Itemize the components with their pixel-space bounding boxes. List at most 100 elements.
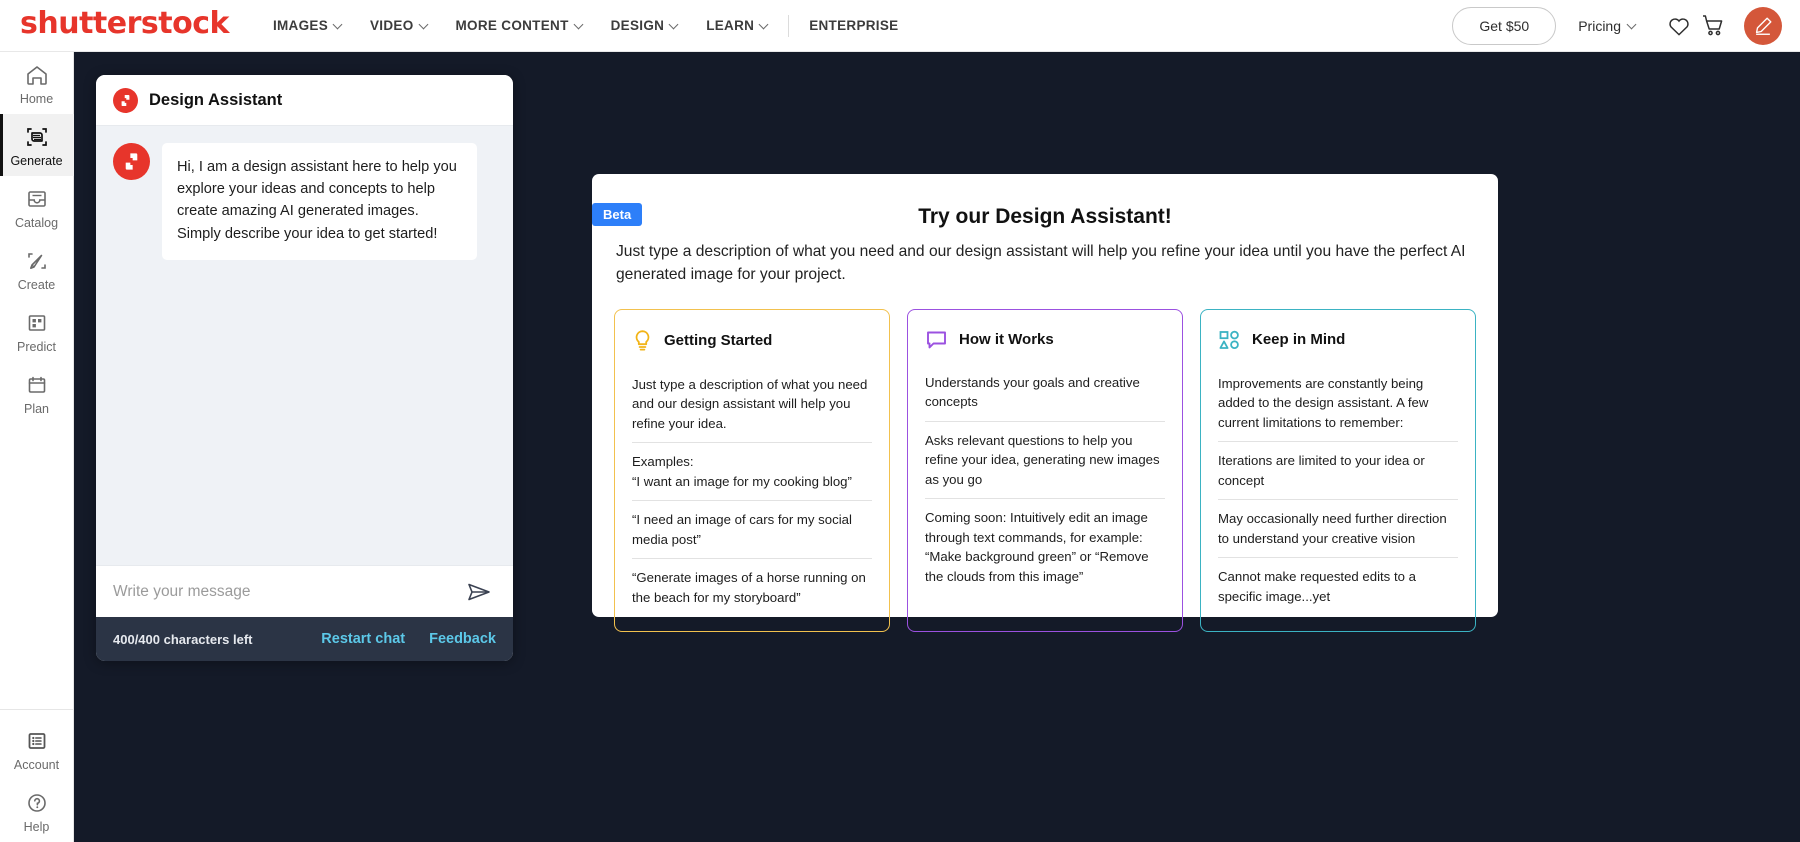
primary-nav: IMAGES VIDEO MORE CONTENT DESIGN LEARN E…: [259, 0, 913, 51]
chat-message: Hi, I am a design assistant here to help…: [113, 143, 496, 260]
info-cards: Getting Started Just type a description …: [614, 309, 1476, 633]
chat-message-list: Hi, I am a design assistant here to help…: [96, 126, 513, 565]
shutterstock-logo[interactable]: shutterstock: [20, 9, 229, 42]
catalog-icon: [24, 187, 50, 211]
home-icon: [24, 63, 50, 87]
chat-footer: 400/400 characters left Restart chat Fee…: [96, 617, 513, 661]
chat-input-row: [96, 565, 513, 617]
chevron-down-icon: [760, 21, 768, 29]
sidebar-item-label: Plan: [24, 402, 49, 416]
chat-message-input[interactable]: [113, 583, 462, 601]
send-message-button[interactable]: [462, 580, 496, 604]
sidebar-item-label: Account: [14, 758, 59, 772]
nav-item-design[interactable]: DESIGN: [597, 0, 693, 51]
chat-title: Design Assistant: [149, 91, 282, 110]
nav-label: VIDEO: [370, 18, 414, 33]
card-section-text: “I need an image of cars for my social m…: [632, 512, 852, 547]
sidebar-item-account[interactable]: Account: [0, 718, 74, 780]
card-title: Getting Started: [664, 332, 772, 349]
nav-item-video[interactable]: VIDEO: [356, 0, 442, 51]
pricing-menu[interactable]: Pricing: [1578, 18, 1636, 34]
card-section: May occasionally need further direction …: [1218, 499, 1458, 557]
card-section: Improvements are constantly being added …: [1218, 365, 1458, 442]
card-section-text: “Generate images of a horse running on t…: [632, 570, 866, 605]
character-counter: 400/400 characters left: [113, 632, 252, 647]
sidebar-item-label: Predict: [17, 340, 56, 354]
chat-header: Design Assistant: [96, 75, 513, 126]
calendar-icon: [24, 373, 50, 397]
chevron-down-icon: [670, 21, 678, 29]
sidebar-item-generate[interactable]: Generate: [0, 114, 74, 176]
sidebar-item-predict[interactable]: Predict: [0, 300, 74, 362]
user-avatar[interactable]: [1744, 7, 1782, 45]
card-section-text: Iterations are limited to your idea or c…: [1218, 453, 1425, 488]
card-section: “I need an image of cars for my social m…: [632, 500, 872, 558]
nav-label: IMAGES: [273, 18, 328, 33]
shutterstock-mark-icon: [113, 143, 150, 180]
get-credit-button[interactable]: Get $50: [1452, 7, 1556, 45]
sidebar-item-create[interactable]: Create: [0, 238, 74, 300]
restart-chat-link[interactable]: Restart chat: [321, 631, 405, 647]
send-paper-plane-icon: [466, 580, 492, 604]
main-canvas: Design Assistant Hi, I am a design assis…: [74, 52, 1800, 842]
card-title: How it Works: [959, 331, 1054, 348]
nav-item-images[interactable]: IMAGES: [259, 0, 356, 51]
card-section: Understands your goals and creative conc…: [925, 364, 1165, 421]
nav-label: MORE CONTENT: [456, 18, 569, 33]
shapes-icon: [1218, 329, 1241, 351]
pen-avatar-icon: [1752, 15, 1774, 37]
nav-item-enterprise[interactable]: ENTERPRISE: [795, 0, 912, 51]
chevron-down-icon: [420, 21, 428, 29]
beta-badge: Beta: [592, 203, 642, 226]
shutterstock-mark-icon: [113, 88, 138, 113]
chevron-down-icon: [334, 21, 342, 29]
top-navigation-bar: shutterstock IMAGES VIDEO MORE CONTENT D…: [0, 0, 1800, 52]
favorites-button[interactable]: [1662, 9, 1696, 43]
info-panel-subtitle: Just type a description of what you need…: [614, 241, 1476, 287]
card-header: Getting Started: [632, 329, 872, 352]
sidebar-item-label: Help: [24, 820, 50, 834]
card-section: Coming soon: Intuitively edit an image t…: [925, 498, 1165, 595]
card-section-text: Improvements are constantly being added …: [1218, 376, 1428, 430]
chevron-down-icon: [575, 21, 583, 29]
help-question-icon: [24, 791, 50, 815]
nav-right-group: Get $50 Pricing: [1452, 7, 1800, 45]
heart-icon: [1668, 16, 1690, 36]
sidebar-item-plan[interactable]: Plan: [0, 362, 74, 424]
card-section-text: Just type a description of what you need…: [632, 377, 867, 431]
nav-item-learn[interactable]: LEARN: [692, 0, 782, 51]
card-section: Cannot make requested edits to a specifi…: [1218, 557, 1458, 615]
card-keep-in-mind: Keep in Mind Improvements are constantly…: [1200, 309, 1476, 633]
create-pencil-icon: [24, 249, 50, 273]
card-section-text: May occasionally need further direction …: [1218, 511, 1447, 546]
card-how-it-works: How it Works Understands your goals and …: [907, 309, 1183, 633]
card-header: How it Works: [925, 329, 1165, 350]
nav-label: DESIGN: [611, 18, 665, 33]
card-section: Just type a description of what you need…: [632, 366, 872, 443]
predict-icon: [24, 311, 50, 335]
cart-button[interactable]: [1696, 9, 1730, 43]
sidebar-item-catalog[interactable]: Catalog: [0, 176, 74, 238]
info-panel-title: Try our Design Assistant!: [614, 174, 1476, 229]
sidebar-item-label: Catalog: [15, 216, 58, 230]
feedback-link[interactable]: Feedback: [429, 631, 496, 647]
sidebar-item-home[interactable]: Home: [0, 52, 74, 114]
card-section: Iterations are limited to your idea or c…: [1218, 441, 1458, 499]
card-section-text: Coming soon: Intuitively edit an image t…: [925, 510, 1149, 584]
card-header: Keep in Mind: [1218, 329, 1458, 351]
left-sidebar: Home Generate Catalog Create: [0, 52, 74, 842]
card-title: Keep in Mind: [1252, 331, 1345, 348]
chat-footer-actions: Restart chat Feedback: [321, 631, 496, 647]
card-section: Examples: “I want an image for my cookin…: [632, 442, 872, 500]
pricing-label: Pricing: [1578, 18, 1621, 34]
card-section-text: “I want an image for my cooking blog”: [632, 474, 852, 489]
nav-item-more-content[interactable]: MORE CONTENT: [442, 0, 597, 51]
lightbulb-icon: [632, 329, 653, 352]
nav-label: LEARN: [706, 18, 754, 33]
chevron-down-icon: [1628, 21, 1636, 29]
info-panel: Beta Try our Design Assistant! Just type…: [592, 174, 1498, 617]
account-list-icon: [24, 729, 50, 753]
logo-text: shutterstock: [20, 6, 229, 41]
nav-label: ENTERPRISE: [809, 18, 898, 33]
sidebar-item-help[interactable]: Help: [0, 780, 74, 842]
